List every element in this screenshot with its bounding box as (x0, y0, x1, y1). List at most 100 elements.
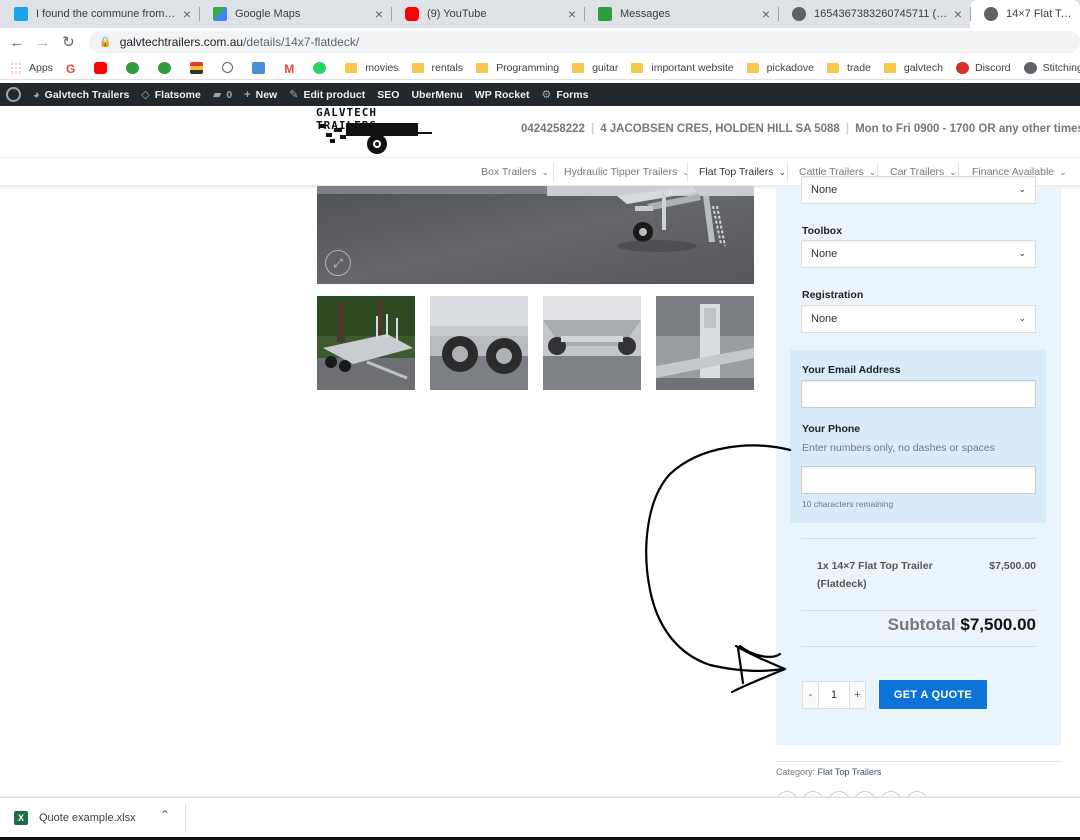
wp-item-label: Galvtech Trailers (44, 88, 130, 101)
wp-item-new[interactable]: + New (244, 89, 277, 101)
site-logo[interactable]: GALVTECH TRAILERS (316, 106, 434, 156)
browser-tab[interactable]: 1654367383260745711 (1920×10 × (778, 0, 970, 28)
chevron-down-icon: ⌄ (1018, 313, 1026, 323)
browser-tab-active[interactable]: 14×7 Flat Top Traile (970, 0, 1080, 28)
phone-input[interactable] (801, 466, 1036, 494)
nav-hydraulic-tipper-trailers[interactable]: Hydraulic Tipper Trailers ⌄ (564, 158, 690, 186)
bookmark-google[interactable]: G (66, 62, 81, 76)
phone-label: Your Phone (802, 423, 861, 435)
wp-item-label: UberMenu (411, 88, 463, 101)
discord-icon (955, 61, 969, 74)
bookmark-youtube[interactable] (94, 61, 113, 74)
product-category: Category: Flat Top Trailers (776, 767, 881, 777)
site-header: GALVTECH TRAILERS 0424258222|4 JACOBSEN … (0, 106, 1080, 156)
bookmark-label: Discord (974, 61, 1011, 74)
bookmark-folder[interactable]: Programming (476, 62, 559, 74)
bookmark-tv[interactable] (126, 61, 145, 74)
globe-icon (1023, 61, 1037, 74)
wp-item-wp-rocket[interactable]: WP Rocket (475, 89, 530, 101)
bookmark-folder[interactable]: guitar (572, 62, 618, 74)
registration-select[interactable]: None ⌄ (801, 305, 1036, 333)
bookmark-label: Stitching 2 hemisph... (1042, 61, 1080, 74)
browser-tab[interactable]: Google Maps × (199, 0, 391, 28)
bookmark-shield[interactable] (222, 62, 239, 73)
tab-title: I found the commune from 'Wild (36, 8, 177, 20)
product-thumbnail[interactable] (317, 296, 415, 390)
wp-item-edit-product[interactable]: ✎ Edit product (289, 88, 365, 102)
wp-item-label: New (255, 88, 278, 101)
chevron-up-icon[interactable]: ⌃ (160, 808, 170, 822)
header-phone[interactable]: 0424258222 (521, 123, 585, 135)
address-bar[interactable]: 🔒 galvtechtrailers.com.au/details/14x7-f… (89, 31, 1080, 53)
quantity-input[interactable]: 1 (819, 681, 849, 709)
category-link[interactable]: Flat Top Trailers (818, 767, 882, 777)
tab-close-icon[interactable]: × (954, 6, 962, 22)
quantity-minus-button[interactable]: - (802, 681, 819, 709)
bookmark-bag[interactable] (190, 61, 209, 74)
tv-icon (158, 61, 172, 74)
subtotal-value: $7,500.00 (960, 615, 1036, 634)
get-a-quote-button[interactable]: GET A QUOTE (879, 680, 987, 709)
product-thumbnail[interactable] (656, 296, 754, 390)
bookmark-folder[interactable]: trade (826, 61, 871, 74)
divider (801, 646, 1036, 647)
zoom-icon[interactable]: ⤢ (325, 250, 351, 276)
bookmark-gmail[interactable]: M (284, 62, 300, 76)
phone-hint: Enter numbers only, no dashes or spaces (802, 442, 995, 454)
product-main-image[interactable]: ⤢ (317, 186, 754, 284)
wp-item-comments[interactable]: ▰ 0 (213, 88, 232, 102)
bookmark-label: movies (365, 61, 399, 74)
bookmark-folder[interactable]: galvtech (883, 62, 943, 74)
toolbox-select[interactable]: None ⌄ (801, 240, 1036, 268)
product-thumbnail[interactable] (543, 296, 641, 390)
browser-tab[interactable]: (9) YouTube × (391, 0, 584, 28)
whatsapp-icon (313, 61, 327, 74)
bookmark-folder[interactable]: important website (631, 62, 734, 74)
tab-close-icon[interactable]: × (762, 6, 770, 22)
tv-icon (126, 61, 140, 74)
browser-tab[interactable]: Messages × (584, 0, 778, 28)
product-thumbnail[interactable] (430, 296, 528, 390)
bookmark-stitching[interactable]: Stitching 2 hemisph... (1023, 61, 1080, 74)
wp-item-forms[interactable]: ⚙ Forms (541, 88, 588, 102)
forward-arrow-icon[interactable]: → (30, 34, 56, 51)
bookmark-apps[interactable]: Apps (10, 61, 53, 74)
thumbnail-photo (656, 296, 754, 390)
browser-tab[interactable]: I found the commune from 'Wild × (0, 0, 199, 28)
reload-icon[interactable]: ↻ (56, 33, 82, 51)
back-arrow-icon[interactable]: ← (4, 34, 30, 51)
wp-item-seo[interactable]: SEO (377, 89, 399, 101)
bookmark-folder[interactable]: rentals (411, 62, 463, 74)
wp-item-flatsome[interactable]: ◇ Flatsome (141, 88, 201, 102)
bookmark-folder[interactable]: pickadove (746, 62, 814, 74)
browser-tab-strip: I found the commune from 'Wild × Google … (0, 0, 1080, 28)
dashboard-icon: ◕ (33, 88, 40, 101)
nav-flat-top-trailers[interactable]: Flat Top Trailers ⌄ (699, 158, 786, 186)
bookmark-mr[interactable] (252, 61, 271, 74)
nav-box-trailers[interactable]: Box Trailers ⌄ (481, 158, 549, 186)
chevron-down-icon: ⌄ (1018, 184, 1026, 194)
option-select[interactable]: None ⌄ (801, 176, 1036, 204)
bookmark-label: trade (846, 61, 871, 74)
email-input[interactable] (801, 380, 1036, 408)
apps-grid-icon (10, 61, 23, 74)
bookmark-discord[interactable]: Discord (955, 61, 1011, 74)
tab-title: Google Maps (235, 8, 301, 20)
bookmark-tv[interactable] (158, 61, 177, 74)
tab-close-icon[interactable]: × (375, 6, 383, 22)
bookmark-folder[interactable]: movies (345, 61, 399, 74)
quantity-plus-button[interactable]: + (849, 681, 866, 709)
wp-item-ubermenu[interactable]: UberMenu (411, 89, 462, 101)
pencil-icon: ✎ (289, 89, 299, 101)
download-item[interactable]: X Quote example.xlsx (14, 811, 136, 825)
downloads-bar: X Quote example.xlsx ⌃ (0, 797, 1080, 837)
wp-item-site[interactable]: ◕ Galvtech Trailers (33, 89, 129, 101)
folder-icon (826, 62, 839, 73)
tab-close-icon[interactable]: × (183, 6, 191, 22)
bookmarks-bar: Apps G M movies rentals Programming guit… (0, 56, 1080, 80)
tab-close-icon[interactable]: × (568, 6, 576, 22)
folder-icon (572, 62, 585, 73)
bookmark-whatsapp[interactable] (313, 61, 332, 74)
wordpress-logo-icon[interactable] (6, 87, 21, 102)
url-host: galvtechtrailers.com.au (119, 35, 244, 49)
